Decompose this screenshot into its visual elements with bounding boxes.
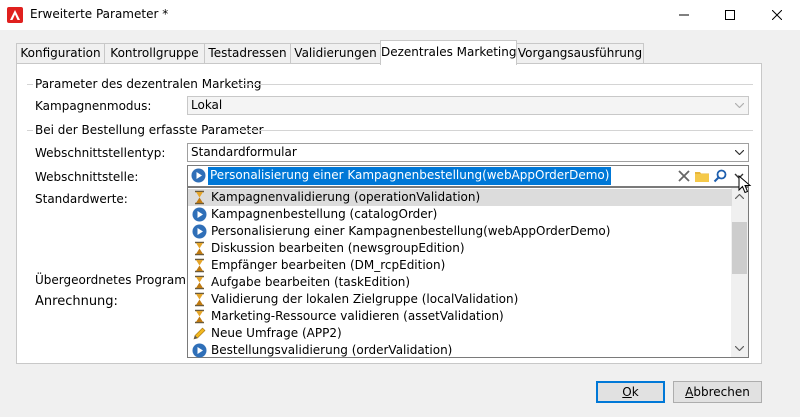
pencil-icon [192,326,207,341]
webschnittstelle-label: Webschnittstelle: [35,170,139,184]
scroll-down-button[interactable] [731,340,748,357]
webschnittstellentyp-label: Webschnittstellentyp: [35,146,166,160]
dropdown-option[interactable]: Kampagnenbestellung (catalogOrder) [188,206,732,223]
kampagnenmodus-value: Lokal [191,98,223,112]
group-title-bestellung: Bei der Bestellung erfasste Parameter [35,123,264,137]
play-circle-icon [192,343,207,358]
play-circle-icon [191,168,206,183]
dropdown-option-label: Marketing-Ressource validieren (assetVal… [211,309,504,323]
group-title-parameter: Parameter des dezentralen Marketing [35,77,262,91]
mouse-cursor-icon [738,175,752,194]
group-divider [235,84,753,85]
webschnittstellentyp-value: Standardformular [191,145,297,159]
play-circle-icon [192,224,207,239]
dropdown-option-label: Bestellungsvalidierung (orderValidation) [211,343,453,357]
hourglass-icon [192,241,207,256]
play-circle-icon [192,207,207,222]
cancel-label-rest: bbrechen [693,385,750,399]
clear-x-icon [678,170,690,182]
webschnittstelle-dropdown-list[interactable]: Kampagnenvalidierung (operationValidatio… [187,187,749,358]
minimize-button[interactable] [661,0,707,30]
dropdown-option-label: Neue Umfrage (APP2) [211,326,342,340]
dropdown-option[interactable]: Marketing-Ressource validieren (assetVal… [188,308,732,325]
dropdown-option[interactable]: Empfänger bearbeiten (DM_rcpEdition) [188,257,732,274]
dropdown-option[interactable]: Validierung der lokalen Zielgruppe (loca… [188,291,732,308]
close-icon [772,10,782,20]
close-button[interactable] [754,0,800,30]
dropdown-option[interactable]: Neue Umfrage (APP2) [188,325,732,342]
hourglass-icon [192,309,207,324]
window-title: Erweiterte Parameter * [30,7,169,21]
scroll-thumb[interactable] [732,222,747,274]
ok-button[interactable]: Ok [596,381,665,403]
folder-icon [695,172,709,182]
chevron-down-icon [735,346,744,351]
hourglass-icon [192,275,207,290]
anrechnung-label: Anrechnung: [35,294,118,309]
dropdown-scrollbar[interactable] [731,188,748,357]
standardwerte-label: Standardwerte: [35,192,128,206]
group-divider [27,84,33,85]
dropdown-option-label: Aufgabe bearbeiten (taskEdition) [211,275,411,289]
magnifier-icon [713,169,727,183]
minimize-icon [679,14,689,16]
dropdown-option-label: Diskussion bearbeiten (newsgroupEdition) [211,241,465,255]
title-bar: Erweiterte Parameter * [0,0,800,30]
ok-label-rest: k [631,385,639,399]
tab-dezentrales-marketing[interactable]: Dezentrales Marketing [380,40,517,65]
chevron-down-icon [735,103,744,108]
group-divider [235,130,753,131]
tab-vorgangsausfuehrung[interactable]: Vorgangsausführung [516,43,644,64]
tab-kontrollgruppe[interactable]: Kontrollgruppe [104,43,205,64]
dropdown-option[interactable]: Personalisierung einer Kampagnenbestellu… [188,223,732,240]
dropdown-option[interactable]: Aufgabe bearbeiten (taskEdition) [188,274,732,291]
webschnittstelle-value[interactable]: Personalisierung einer Kampagnenbestellu… [208,167,612,185]
hourglass-icon [192,292,207,307]
maximize-button[interactable] [707,0,753,30]
dropdown-option-label: Empfänger bearbeiten (DM_rcpEdition) [211,258,446,272]
chevron-down-icon [735,150,744,155]
hourglass-icon [192,258,207,273]
search-button[interactable] [712,168,728,184]
kampagnenmodus-select: Lokal [187,96,749,115]
adobe-campaign-icon [7,7,23,23]
tab-validierungen[interactable]: Validierungen [290,43,381,64]
maximize-icon [725,10,735,20]
dropdown-option[interactable]: Diskussion bearbeiten (newsgroupEdition) [188,240,732,257]
tab-testadressen[interactable]: Testadressen [204,43,291,64]
webschnittstelle-field[interactable]: Personalisierung einer Kampagnenbestellu… [187,165,749,187]
hourglass-icon [192,190,207,205]
dropdown-option-label: Validierung der lokalen Zielgruppe (loca… [211,292,519,306]
dropdown-option[interactable]: Kampagnenvalidierung (operationValidatio… [188,189,732,206]
group-divider [27,130,33,131]
browse-folder-button[interactable] [694,168,710,184]
webschnittstellentyp-select[interactable]: Standardformular [187,143,749,162]
uebergeordnetes-programm-label: Übergeordnetes Programm: [35,273,202,287]
kampagnenmodus-label: Kampagnenmodus: [35,99,152,113]
tab-konfiguration[interactable]: Konfiguration [16,43,105,64]
dropdown-option-label: Kampagnenbestellung (catalogOrder) [211,207,438,221]
ok-accelerator: O [622,385,632,399]
kampagnenmodus-dropdown-button [731,97,748,114]
dropdown-option-label: Kampagnenvalidierung (operationValidatio… [211,190,481,204]
webschnittstellentyp-dropdown-button[interactable] [731,144,748,161]
dropdown-option-label: Personalisierung einer Kampagnenbestellu… [211,224,611,238]
dropdown-option[interactable]: Bestellungsvalidierung (orderValidation) [188,342,732,359]
clear-button[interactable] [676,168,692,184]
cancel-button[interactable]: Abbrechen [673,381,762,403]
